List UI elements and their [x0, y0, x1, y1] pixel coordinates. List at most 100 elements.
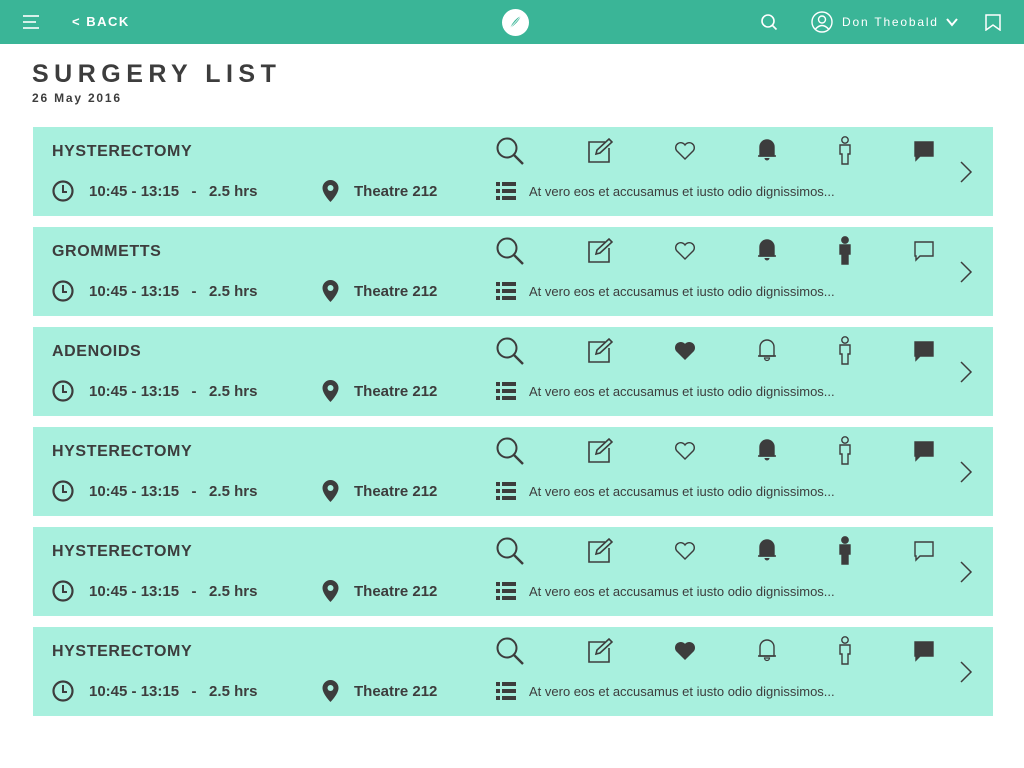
bookmark-icon[interactable]: [985, 14, 1001, 31]
chevron-right-icon[interactable]: [959, 461, 973, 483]
page-title: SURGERY LIST: [32, 60, 282, 88]
surgery-details: 10:45 - 13:15 - 2.5 hrs Theatre 212 At v…: [33, 679, 933, 703]
list-icon: [496, 282, 516, 300]
person-icon[interactable]: [829, 435, 861, 467]
message-icon[interactable]: [908, 435, 940, 467]
location-pin-icon: [322, 580, 339, 602]
person-icon[interactable]: [829, 335, 861, 367]
surgery-time: 10:45 - 13:15 - 2.5 hrs: [89, 183, 258, 200]
heart-icon[interactable]: [669, 335, 701, 367]
chevron-right-icon[interactable]: [959, 561, 973, 583]
surgery-location: Theatre 212: [354, 183, 438, 200]
back-button[interactable]: < BACK: [72, 14, 130, 29]
message-icon[interactable]: [908, 135, 940, 167]
edit-icon[interactable]: [584, 135, 616, 167]
edit-icon[interactable]: [584, 235, 616, 267]
edit-icon[interactable]: [584, 635, 616, 667]
search-icon[interactable]: [494, 235, 526, 267]
list-icon: [496, 182, 516, 200]
surgery-location: Theatre 212: [354, 483, 438, 500]
heart-icon[interactable]: [669, 435, 701, 467]
search-icon[interactable]: [494, 335, 526, 367]
surgery-card[interactable]: HYSTERECTOMY 10:45 - 13:15 - 2.5 hrs The…: [33, 627, 993, 716]
surgery-name: HYSTERECTOMY: [52, 643, 193, 660]
chevron-right-icon[interactable]: [959, 261, 973, 283]
surgery-card[interactable]: HYSTERECTOMY 10:45 - 13:15 - 2.5 hrs The…: [33, 127, 993, 216]
message-icon[interactable]: [908, 335, 940, 367]
surgery-time: 10:45 - 13:15 - 2.5 hrs: [89, 283, 258, 300]
person-icon[interactable]: [829, 135, 861, 167]
surgery-card[interactable]: ADENOIDS 10:45 - 13:15 - 2.5 hrs Theatre…: [33, 327, 993, 416]
surgery-time: 10:45 - 13:15 - 2.5 hrs: [89, 383, 258, 400]
surgery-details: 10:45 - 13:15 - 2.5 hrs Theatre 212 At v…: [33, 179, 933, 203]
bell-icon[interactable]: [751, 435, 783, 467]
bell-icon[interactable]: [751, 135, 783, 167]
surgery-card[interactable]: HYSTERECTOMY 10:45 - 13:15 - 2.5 hrs The…: [33, 427, 993, 516]
bell-icon[interactable]: [751, 535, 783, 567]
surgery-location: Theatre 212: [354, 683, 438, 700]
surgery-name: HYSTERECTOMY: [52, 443, 193, 460]
page-date: 26 May 2016: [32, 91, 122, 105]
clock-icon: [52, 280, 74, 302]
list-icon: [496, 682, 516, 700]
edit-icon[interactable]: [584, 535, 616, 567]
surgery-note: At vero eos et accusamus et iusto odio d…: [529, 484, 835, 499]
surgery-name: ADENOIDS: [52, 343, 142, 360]
person-icon[interactable]: [829, 235, 861, 267]
heart-icon[interactable]: [669, 635, 701, 667]
chevron-right-icon[interactable]: [959, 661, 973, 683]
search-icon[interactable]: [494, 135, 526, 167]
surgery-note: At vero eos et accusamus et iusto odio d…: [529, 684, 835, 699]
surgery-time: 10:45 - 13:15 - 2.5 hrs: [89, 683, 258, 700]
surgery-note: At vero eos et accusamus et iusto odio d…: [529, 384, 835, 399]
bell-icon[interactable]: [751, 335, 783, 367]
list-icon: [496, 482, 516, 500]
location-pin-icon: [322, 180, 339, 202]
search-icon[interactable]: [494, 635, 526, 667]
surgery-note: At vero eos et accusamus et iusto odio d…: [529, 584, 835, 599]
location-pin-icon: [322, 680, 339, 702]
surgery-list: HYSTERECTOMY 10:45 - 13:15 - 2.5 hrs The…: [33, 127, 993, 727]
surgery-time: 10:45 - 13:15 - 2.5 hrs: [89, 583, 258, 600]
location-pin-icon: [322, 380, 339, 402]
clock-icon: [52, 580, 74, 602]
user-name: Don Theobald: [842, 15, 939, 29]
message-icon[interactable]: [908, 635, 940, 667]
heart-icon[interactable]: [669, 135, 701, 167]
surgery-card[interactable]: GROMMETTS 10:45 - 13:15 - 2.5 hrs Theatr…: [33, 227, 993, 316]
bell-icon[interactable]: [751, 235, 783, 267]
clock-icon: [52, 180, 74, 202]
surgery-time: 10:45 - 13:15 - 2.5 hrs: [89, 483, 258, 500]
bell-icon[interactable]: [751, 635, 783, 667]
surgery-location: Theatre 212: [354, 383, 438, 400]
surgery-name: HYSTERECTOMY: [52, 543, 193, 560]
search-icon[interactable]: [494, 435, 526, 467]
list-icon: [496, 582, 516, 600]
message-icon[interactable]: [908, 235, 940, 267]
location-pin-icon: [322, 480, 339, 502]
menu-icon[interactable]: [22, 13, 40, 31]
surgery-name: HYSTERECTOMY: [52, 143, 193, 160]
heart-icon[interactable]: [669, 535, 701, 567]
chevron-right-icon[interactable]: [959, 161, 973, 183]
clock-icon: [52, 480, 74, 502]
edit-icon[interactable]: [584, 435, 616, 467]
user-menu[interactable]: Don Theobald: [811, 11, 958, 33]
surgery-details: 10:45 - 13:15 - 2.5 hrs Theatre 212 At v…: [33, 379, 933, 403]
logo-icon: [502, 9, 529, 36]
heart-icon[interactable]: [669, 235, 701, 267]
clock-icon: [52, 680, 74, 702]
surgery-note: At vero eos et accusamus et iusto odio d…: [529, 284, 835, 299]
surgery-location: Theatre 212: [354, 283, 438, 300]
surgery-card[interactable]: HYSTERECTOMY 10:45 - 13:15 - 2.5 hrs The…: [33, 527, 993, 616]
user-avatar-icon: [811, 11, 833, 33]
message-icon[interactable]: [908, 535, 940, 567]
clock-icon: [52, 380, 74, 402]
chevron-down-icon[interactable]: [946, 17, 958, 27]
edit-icon[interactable]: [584, 335, 616, 367]
person-icon[interactable]: [829, 535, 861, 567]
person-icon[interactable]: [829, 635, 861, 667]
search-icon[interactable]: [760, 13, 778, 31]
chevron-right-icon[interactable]: [959, 361, 973, 383]
search-icon[interactable]: [494, 535, 526, 567]
